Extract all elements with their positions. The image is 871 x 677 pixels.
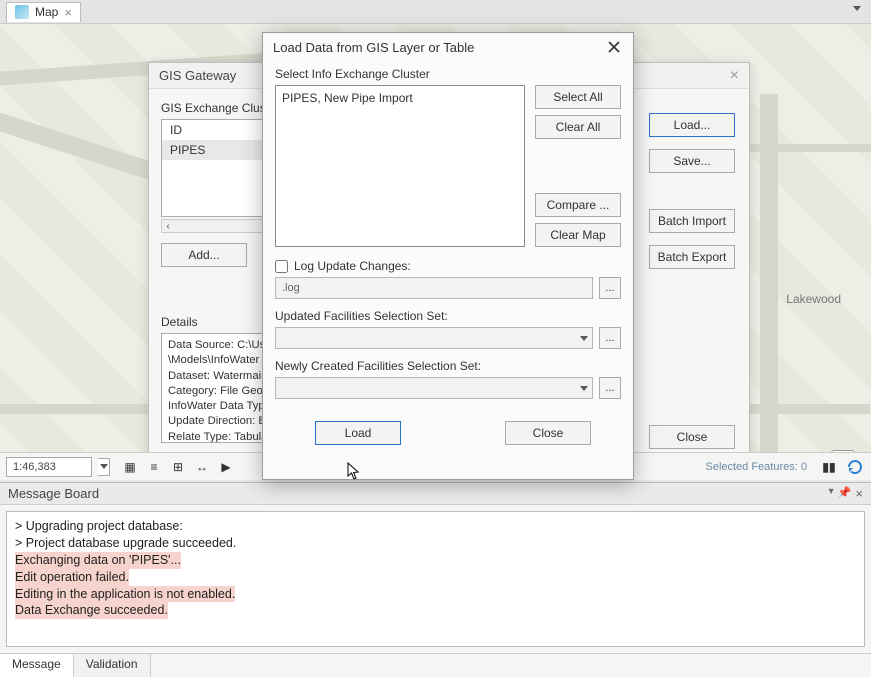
log-update-checkbox[interactable] bbox=[275, 260, 288, 273]
cluster-select-list[interactable]: PIPES, New Pipe Import bbox=[275, 85, 525, 247]
browse-button[interactable]: ... bbox=[599, 327, 621, 349]
dialog-title: Load Data from GIS Layer or Table bbox=[273, 40, 474, 55]
gateway-right-buttons: Load... Save... Batch Import Batch Expor… bbox=[649, 113, 735, 269]
pin-icon[interactable]: 📌 bbox=[838, 486, 852, 501]
clear-all-button[interactable]: Clear All bbox=[535, 115, 621, 139]
message-line-error: Data Exchange succeeded. bbox=[15, 602, 168, 619]
message-board-panel: Message Board ▾ 📌 × > Upgrading project … bbox=[0, 482, 871, 677]
spacer bbox=[535, 145, 621, 187]
map-tab-label: Map bbox=[35, 5, 58, 19]
load-button[interactable]: Load... bbox=[649, 113, 735, 137]
close-icon[interactable] bbox=[605, 38, 623, 56]
refresh-button[interactable] bbox=[845, 457, 865, 477]
tool-icon[interactable]: ≡ bbox=[144, 457, 164, 477]
chevron-down-icon bbox=[100, 464, 108, 469]
chevron-down-icon bbox=[580, 336, 588, 341]
spacer bbox=[649, 185, 735, 197]
add-button[interactable]: Add... bbox=[161, 243, 247, 267]
browse-button[interactable]: ... bbox=[599, 377, 621, 399]
document-tabbar: Map × bbox=[0, 0, 871, 24]
gateway-close-row: Close bbox=[649, 425, 735, 449]
close-icon[interactable]: × bbox=[730, 67, 739, 85]
tool-icon[interactable]: ⊞ bbox=[168, 457, 188, 477]
gis-gateway-title: GIS Gateway bbox=[159, 68, 236, 83]
message-line: > Upgrading project database: bbox=[15, 518, 856, 535]
pause-button[interactable]: ▮▮ bbox=[819, 457, 839, 477]
tool-icon[interactable]: ↔ bbox=[192, 457, 212, 477]
close-button[interactable]: Close bbox=[505, 421, 591, 445]
close-icon[interactable]: × bbox=[855, 486, 863, 501]
select-cluster-label: Select Info Exchange Cluster bbox=[275, 67, 621, 81]
newly-created-label: Newly Created Facilities Selection Set: bbox=[275, 359, 621, 373]
chevron-left-icon[interactable]: ‹ bbox=[162, 220, 174, 232]
chevron-down-icon bbox=[853, 6, 861, 11]
map-tab[interactable]: Map × bbox=[6, 2, 81, 22]
chevron-down-icon bbox=[580, 386, 588, 391]
message-board-body[interactable]: > Upgrading project database: > Project … bbox=[6, 511, 865, 647]
tool-icon[interactable]: ▦ bbox=[120, 457, 140, 477]
tab-validation[interactable]: Validation bbox=[74, 654, 151, 677]
list-item[interactable]: PIPES, New Pipe Import bbox=[282, 90, 518, 106]
scale-dropdown[interactable] bbox=[98, 458, 110, 476]
message-line-error: Exchanging data on 'PIPES'... bbox=[15, 552, 181, 569]
updated-facilities-combo[interactable] bbox=[275, 327, 593, 349]
map-icon bbox=[15, 5, 29, 19]
selected-features-label[interactable]: Selected Features: 0 bbox=[705, 461, 807, 473]
message-line-error: Editing in the application is not enable… bbox=[15, 586, 235, 603]
message-board-title: Message Board bbox=[8, 486, 99, 501]
log-file-input[interactable] bbox=[275, 277, 593, 299]
tab-message[interactable]: Message bbox=[0, 654, 74, 677]
newly-created-combo[interactable] bbox=[275, 377, 593, 399]
load-data-dialog: Load Data from GIS Layer or Table Select… bbox=[262, 32, 634, 480]
batch-import-button[interactable]: Batch Import bbox=[649, 209, 735, 233]
save-button[interactable]: Save... bbox=[649, 149, 735, 173]
batch-export-button[interactable]: Batch Export bbox=[649, 245, 735, 269]
map-place-label: Lakewood bbox=[786, 292, 841, 306]
close-button[interactable]: Close bbox=[649, 425, 735, 449]
tabbar-dropdown[interactable] bbox=[853, 6, 865, 18]
updated-facilities-label: Updated Facilities Selection Set: bbox=[275, 309, 621, 323]
log-update-label: Log Update Changes: bbox=[294, 259, 411, 273]
load-button[interactable]: Load bbox=[315, 421, 401, 445]
map-tool-icons: ▦ ≡ ⊞ ↔ ▶ bbox=[120, 457, 236, 477]
message-line: > Project database upgrade succeeded. bbox=[15, 535, 856, 552]
dialog-header[interactable]: Load Data from GIS Layer or Table bbox=[263, 33, 633, 61]
scale-value: 1:46,383 bbox=[13, 461, 56, 473]
scale-input[interactable]: 1:46,383 bbox=[6, 457, 92, 477]
select-all-button[interactable]: Select All bbox=[535, 85, 621, 109]
message-board-header: Message Board ▾ 📌 × bbox=[0, 483, 871, 505]
message-board-tabs: Message Validation bbox=[0, 653, 871, 677]
tool-icon[interactable]: ▶ bbox=[216, 457, 236, 477]
chevron-down-icon[interactable]: ▾ bbox=[829, 486, 834, 501]
message-line-error: Edit operation failed. bbox=[15, 569, 129, 586]
close-icon[interactable]: × bbox=[64, 5, 72, 20]
clear-map-button[interactable]: Clear Map bbox=[535, 223, 621, 247]
compare-button[interactable]: Compare ... bbox=[535, 193, 621, 217]
browse-button[interactable]: ... bbox=[599, 277, 621, 299]
